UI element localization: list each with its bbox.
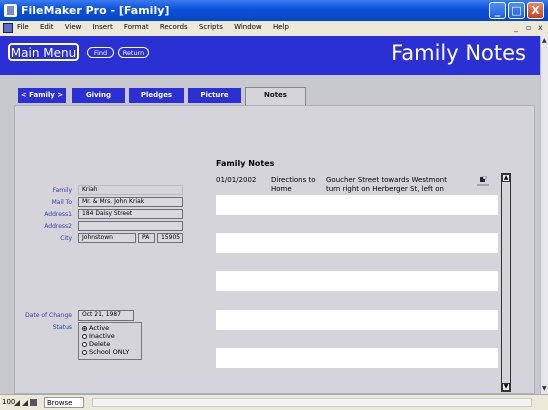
note-row-empty[interactable] <box>216 348 498 368</box>
zip-field[interactable]: 15905 <box>157 233 183 243</box>
tab-giving[interactable]: Giving <box>72 88 125 103</box>
note-text[interactable]: Goucher Street towards Westmont turn rig… <box>326 176 473 194</box>
menu-insert[interactable]: Insert <box>93 23 113 31</box>
filemaker-app-icon <box>4 4 17 17</box>
note-row-empty[interactable] <box>216 195 498 215</box>
radio-empty-icon <box>82 334 87 339</box>
scroll-down-arrow-icon[interactable]: ▼ <box>502 383 510 391</box>
note-date[interactable]: 01/01/2002 <box>216 176 266 185</box>
note-row-empty[interactable] <box>216 233 498 253</box>
note-row-empty[interactable] <box>216 271 498 291</box>
page-title: Family Notes <box>391 41 526 65</box>
status-bar: 100 Browse <box>0 394 548 410</box>
mailto-field[interactable]: Mr. & Mrs. John Kriak <box>78 197 183 207</box>
document-icon[interactable] <box>3 23 13 33</box>
date-of-change-field[interactable]: Oct 21, 1987 <box>78 310 134 321</box>
menu-edit[interactable]: Edit <box>40 23 54 31</box>
tab-family[interactable]: < Family > <box>18 88 66 103</box>
notes-heading: Family Notes <box>216 159 275 168</box>
layout-area: Main Menu Find Return Family Notes < Fam… <box>0 36 540 394</box>
status-label: Status <box>52 324 72 331</box>
close-button[interactable]: X <box>527 2 544 19</box>
city-field[interactable]: Johnstown <box>78 233 136 243</box>
state-field[interactable]: PA <box>138 233 155 243</box>
zoom-controls-icon[interactable] <box>14 398 38 407</box>
notes-panel: Family Kriah Mail To Mr. & Mrs. John Kri… <box>14 105 535 394</box>
horizontal-scrollbar[interactable] <box>92 398 532 407</box>
scroll-up-icon[interactable]: ▲ <box>542 37 547 45</box>
menu-bar: File Edit View Insert Format Records Scr… <box>0 21 548 37</box>
address1-label: Address1 <box>44 211 72 218</box>
document-close-button[interactable]: x <box>538 23 543 32</box>
city-label: City <box>60 235 72 242</box>
header-band: Main Menu Find Return Family Notes <box>0 36 540 75</box>
radio-empty-icon <box>82 350 87 355</box>
title-bar: FileMaker Pro - [Family] _ □ X <box>0 0 548 21</box>
menu-scripts[interactable]: Scripts <box>199 23 223 31</box>
family-field[interactable]: Kriah <box>78 185 183 195</box>
note-row-empty[interactable] <box>216 310 498 330</box>
date-of-change-label: Date of Change <box>25 312 72 319</box>
status-option-school-only[interactable]: School ONLY <box>82 349 129 356</box>
notes-scrollbar[interactable]: ▲ ▼ <box>501 173 511 392</box>
minimize-button[interactable]: _ <box>489 2 506 19</box>
find-button[interactable]: Find <box>87 47 114 58</box>
menu-format[interactable]: Format <box>124 23 149 31</box>
address2-field[interactable] <box>78 221 183 231</box>
return-button[interactable]: Return <box>118 47 149 58</box>
mode-selector[interactable]: Browse <box>44 397 84 408</box>
note-attachment-icon[interactable] <box>476 175 490 186</box>
address2-label: Address2 <box>44 223 72 230</box>
address1-field[interactable]: 184 Daisy Street <box>78 209 183 219</box>
note-subject[interactable]: Directions to Home <box>271 176 323 194</box>
menu-window[interactable]: Window <box>234 23 262 31</box>
window-title: FileMaker Pro - [Family] <box>21 4 170 17</box>
menu-help[interactable]: Help <box>273 23 289 31</box>
status-option-active[interactable]: Active <box>82 325 109 332</box>
tab-pledges[interactable]: Pledges <box>129 88 184 103</box>
radio-empty-icon <box>82 342 87 347</box>
mailto-label: Mail To <box>51 199 72 206</box>
status-radio-group: Active Inactive Delete School ONLY <box>78 322 142 360</box>
window-scrollbar[interactable]: ▲ ▼ <box>540 36 548 394</box>
tab-picture[interactable]: Picture <box>188 88 241 103</box>
document-minimize-button[interactable]: _ <box>514 23 518 32</box>
maximize-button[interactable]: □ <box>508 2 525 19</box>
radio-selected-icon <box>82 326 87 331</box>
scroll-up-arrow-icon[interactable]: ▲ <box>502 174 510 182</box>
document-restore-button[interactable]: ▫ <box>526 23 531 32</box>
scroll-down-icon[interactable]: ▼ <box>542 385 547 393</box>
tab-notes[interactable]: Notes <box>245 87 306 105</box>
menu-view[interactable]: View <box>65 23 82 31</box>
status-option-inactive[interactable]: Inactive <box>82 333 115 340</box>
status-option-delete[interactable]: Delete <box>82 341 110 348</box>
family-label: Family <box>52 187 72 194</box>
menu-file[interactable]: File <box>17 23 29 31</box>
menu-records[interactable]: Records <box>160 23 188 31</box>
main-menu-button[interactable]: Main Menu <box>8 43 79 61</box>
